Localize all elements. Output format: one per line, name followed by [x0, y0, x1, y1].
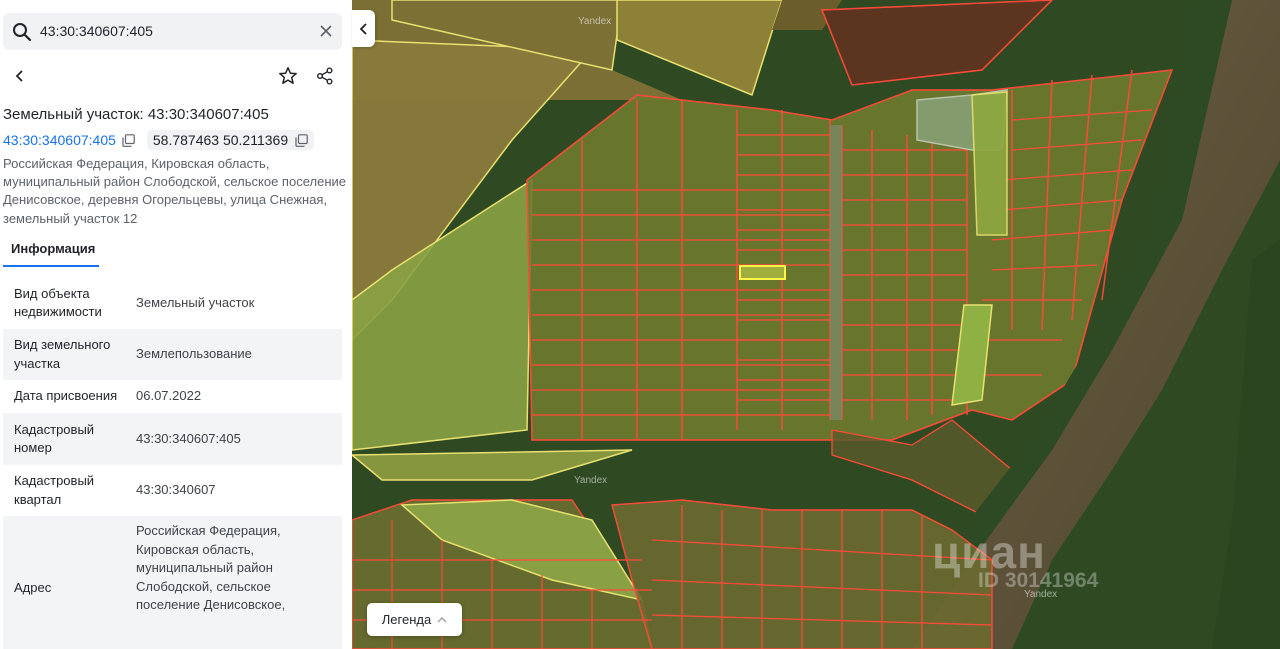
- table-row: Вид земельного участка Землепользование: [3, 329, 342, 380]
- row-key: Адрес: [14, 580, 52, 595]
- chevron-left-icon: [359, 22, 367, 35]
- map-watermark: Yandex: [574, 475, 608, 486]
- row-key: Вид объекта недвижимости: [14, 285, 102, 320]
- row-value: Земельный участок: [136, 294, 255, 310]
- copy-icon[interactable]: [295, 133, 308, 147]
- identifier-row: 43:30:340607:405 58.787463 50.211369: [3, 129, 315, 151]
- row-key: Вид земельного участка: [14, 337, 111, 371]
- row-value: Землепользование: [136, 346, 252, 362]
- row-key: Кадастровый квартал: [14, 473, 95, 507]
- satellite-layer: [352, 0, 1280, 649]
- table-row: Вид объекта недвижимости Земельный участ…: [3, 277, 342, 329]
- favorite-button[interactable]: [272, 60, 304, 92]
- parcel-address: Российская Федерация, Кировская область,…: [3, 156, 346, 226]
- table-row: Кадастровый квартал 43:30:340607: [3, 465, 342, 516]
- tab-information[interactable]: Информация: [3, 238, 99, 267]
- share-button[interactable]: [309, 60, 341, 92]
- row-value: 43:30:340607: [136, 482, 216, 498]
- cadastral-number-link[interactable]: 43:30:340607:405: [3, 132, 116, 148]
- coordinates-chip[interactable]: 58.787463 50.211369: [146, 130, 315, 150]
- table-row: Кадастровый номер 43:30:340607:405: [3, 413, 342, 465]
- panel-toolbar: [0, 58, 352, 94]
- coordinates-value: 58.787463 50.211369: [152, 132, 289, 148]
- row-key: Дата присвоения: [14, 388, 118, 404]
- table-row: Адрес Российская Федерация, Кировская об…: [3, 516, 342, 649]
- share-icon: [317, 67, 333, 85]
- info-table: Вид объекта недвижимости Земельный участ…: [3, 277, 342, 649]
- row-key: Кадастровый номер: [14, 421, 95, 456]
- star-icon: [279, 67, 297, 84]
- cadastral-map[interactable]: Yandex Yandex Yandex циан ID 30141964: [352, 0, 1280, 649]
- chevron-left-icon: [15, 70, 23, 82]
- details-panel: 43:30:340607:405 Земельный участок: 43:3…: [0, 0, 352, 649]
- collapse-panel-button[interactable]: [352, 10, 375, 47]
- page-title: Земельный участок: 43:30:340607:405: [3, 106, 269, 123]
- close-icon[interactable]: [319, 24, 333, 38]
- search-icon: [13, 23, 32, 42]
- back-button[interactable]: [4, 60, 36, 92]
- row-value: 43:30:340607:405: [136, 430, 241, 446]
- table-row: Дата присвоения 06.07.2022: [3, 380, 342, 413]
- legend-button[interactable]: Легенда: [367, 603, 462, 636]
- search-box[interactable]: 43:30:340607:405: [3, 13, 342, 50]
- selected-parcel-outline[interactable]: [739, 265, 786, 280]
- search-input[interactable]: 43:30:340607:405: [40, 23, 153, 39]
- copy-icon[interactable]: [122, 133, 135, 147]
- chevron-up-icon: [437, 616, 447, 622]
- map-watermark: Yandex: [578, 16, 612, 27]
- legend-label: Легенда: [381, 612, 432, 627]
- row-value: 06.07.2022: [136, 388, 202, 404]
- row-value: Российская Федерация, Кировская область,…: [136, 523, 286, 612]
- listing-id-watermark: ID 30141964: [978, 569, 1099, 592]
